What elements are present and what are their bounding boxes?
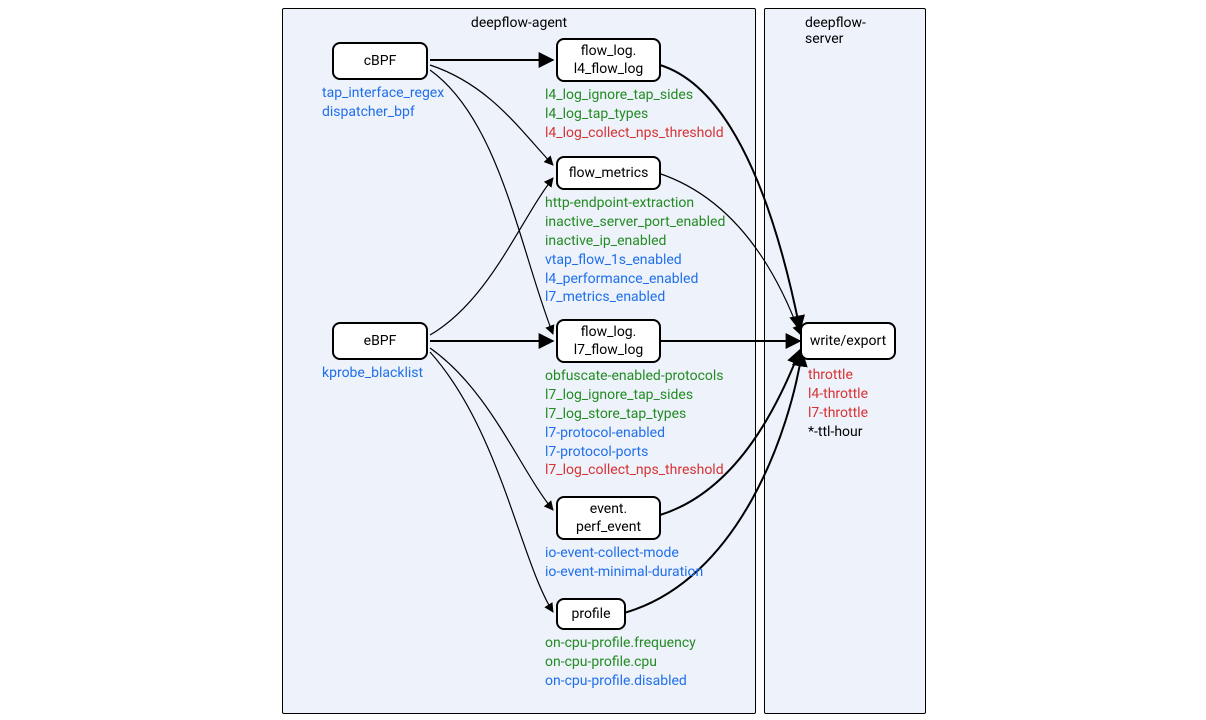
- labels-l4: l4_log_ignore_tap_sidesl4_log_tap_typesl…: [545, 86, 724, 143]
- config-label: kprobe_blacklist: [322, 364, 423, 383]
- config-label: io-event-collect-mode: [545, 544, 703, 563]
- config-label: l4_log_tap_types: [545, 105, 724, 124]
- node-write-export: write/export: [800, 322, 896, 360]
- panel-deepflow-server: deepflow-server: [764, 8, 926, 714]
- config-label: l7_log_ignore_tap_sides: [545, 386, 724, 405]
- node-ebpf: eBPF: [332, 322, 428, 360]
- node-perf-event: event. perf_event: [556, 496, 661, 540]
- config-label: l7_log_collect_nps_threshold: [545, 461, 724, 480]
- config-label: io-event-minimal-duration: [545, 563, 703, 582]
- config-label: l4-throttle: [808, 385, 868, 404]
- config-label: *-ttl-hour: [808, 423, 868, 442]
- node-l7-flow-log: flow_log. l7_flow_log: [556, 319, 661, 363]
- labels-metrics: http-endpoint-extractioninactive_server_…: [545, 194, 725, 307]
- labels-write: throttlel4-throttlel7-throttle*-ttl-hour: [808, 366, 868, 442]
- labels-event: io-event-collect-modeio-event-minimal-du…: [545, 544, 703, 582]
- config-label: http-endpoint-extraction: [545, 194, 725, 213]
- config-label: inactive_ip_enabled: [545, 232, 725, 251]
- config-label: on-cpu-profile.cpu: [545, 653, 696, 672]
- panel-title-server: deepflow-server: [805, 15, 885, 47]
- config-label: l4_log_collect_nps_threshold: [545, 124, 724, 143]
- diagram-canvas: deepflow-agent deepflow-server: [0, 0, 1206, 720]
- panel-title-agent: deepflow-agent: [471, 15, 567, 31]
- config-label: dispatcher_bpf: [322, 103, 444, 122]
- config-label: obfuscate-enabled-protocols: [545, 367, 724, 386]
- config-label: l7_log_store_tap_types: [545, 405, 724, 424]
- config-label: l7-protocol-enabled: [545, 424, 724, 443]
- config-label: l4_log_ignore_tap_sides: [545, 86, 724, 105]
- config-label: l7-protocol-ports: [545, 443, 724, 462]
- labels-profile: on-cpu-profile.frequencyon-cpu-profile.c…: [545, 634, 696, 691]
- labels-l7: obfuscate-enabled-protocolsl7_log_ignore…: [545, 367, 724, 480]
- node-flow-metrics: flow_metrics: [556, 156, 661, 190]
- config-label: l7-throttle: [808, 404, 868, 423]
- config-label: throttle: [808, 366, 868, 385]
- config-label: on-cpu-profile.frequency: [545, 634, 696, 653]
- config-label: tap_interface_regex: [322, 84, 444, 103]
- node-l4-flow-log: flow_log. l4_flow_log: [556, 38, 661, 82]
- node-cbpf: cBPF: [332, 42, 428, 80]
- config-label: l7_metrics_enabled: [545, 288, 725, 307]
- config-label: l4_performance_enabled: [545, 270, 725, 289]
- config-label: vtap_flow_1s_enabled: [545, 251, 725, 270]
- config-label: on-cpu-profile.disabled: [545, 672, 696, 691]
- node-profile: profile: [556, 598, 626, 630]
- labels-cbpf: tap_interface_regexdispatcher_bpf: [322, 84, 444, 122]
- labels-ebpf: kprobe_blacklist: [322, 364, 423, 383]
- config-label: inactive_server_port_enabled: [545, 213, 725, 232]
